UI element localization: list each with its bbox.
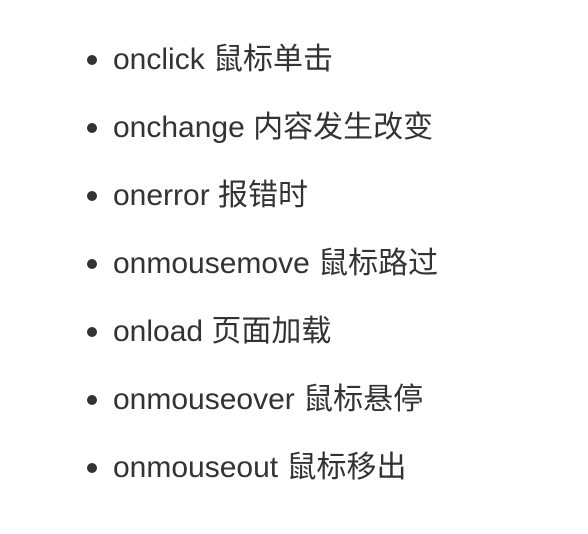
list-item: onmouseout 鼠标移出 — [0, 434, 588, 502]
event-text: onload 页面加载 — [113, 315, 332, 348]
list-item: onchange 内容发生改变 — [0, 94, 588, 162]
list-item: onmousemove 鼠标路过 — [0, 230, 588, 298]
list-item: onload 页面加载 — [0, 298, 588, 366]
event-text: onmouseout 鼠标移出 — [113, 451, 407, 484]
bullet-icon — [87, 191, 97, 201]
event-text: onclick 鼠标单击 — [113, 43, 334, 76]
event-text: onchange 内容发生改变 — [113, 111, 434, 144]
bullet-icon — [87, 259, 97, 269]
bullet-icon — [87, 395, 97, 405]
bullet-icon — [87, 327, 97, 337]
event-text: onerror 报错时 — [113, 179, 309, 212]
event-text: onmouseover 鼠标悬停 — [113, 383, 424, 416]
list-item: onclick 鼠标单击 — [0, 26, 588, 94]
bullet-icon — [87, 123, 97, 133]
bullet-icon — [87, 55, 97, 65]
event-text: onmousemove 鼠标路过 — [113, 247, 439, 280]
list-item: onerror 报错时 — [0, 162, 588, 230]
event-list: onclick 鼠标单击 onchange 内容发生改变 onerror 报错时… — [0, 26, 588, 502]
bullet-icon — [87, 463, 97, 473]
list-item: onmouseover 鼠标悬停 — [0, 366, 588, 434]
